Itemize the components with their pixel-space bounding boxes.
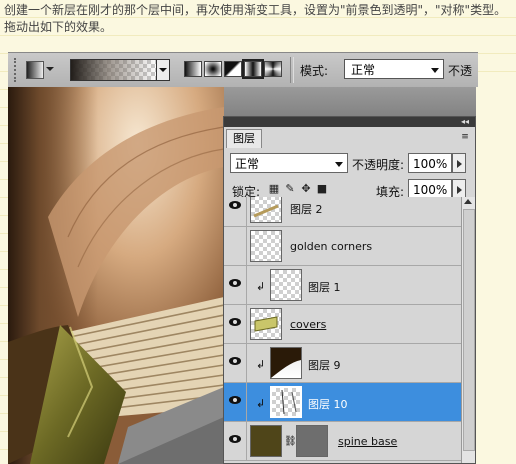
opacity-slider-button[interactable] — [452, 153, 466, 173]
lock-transparent-pixels-icon[interactable]: ▦ — [268, 183, 280, 195]
visibility-toggle[interactable] — [224, 227, 247, 265]
layers-panel: ◂◂ 图层 ≡ 正常 不透明度: 100% 锁定: ▦ ✎ ✥ ■ 填充: 10… — [223, 116, 476, 464]
gradient-options-bar: 模式: 正常 不透 — [8, 52, 478, 88]
visibility-toggle[interactable] — [224, 422, 247, 460]
layer-name[interactable]: 图层 10 — [308, 396, 348, 412]
visibility-toggle[interactable] — [224, 305, 247, 343]
eye-icon — [229, 318, 241, 326]
visibility-toggle[interactable] — [224, 266, 247, 304]
radial-gradient-button[interactable] — [204, 61, 222, 77]
layer-name[interactable]: 图层 1 — [308, 279, 341, 295]
tab-layers[interactable]: 图层 — [226, 129, 262, 148]
scroll-up-icon[interactable] — [464, 199, 472, 204]
tool-preset-dropdown-icon[interactable] — [46, 67, 54, 71]
opacity-input[interactable]: 100% — [408, 153, 452, 173]
layer-mask-thumbnail[interactable] — [296, 425, 328, 457]
layers-scrollbar[interactable] — [461, 197, 475, 463]
eye-icon — [229, 201, 241, 209]
blend-mode-select[interactable]: 正常 — [230, 153, 348, 173]
layer-thumbnail — [250, 425, 282, 457]
layer-row[interactable]: ⛓ spine base — [224, 422, 461, 461]
gradient-preview-swatch[interactable] — [70, 59, 158, 81]
clipping-mask-icon: ↲ — [256, 358, 266, 371]
mask-link-icon[interactable]: ⛓ — [284, 436, 297, 447]
layer-row[interactable]: covers — [224, 305, 461, 344]
reflected-gradient-button[interactable] — [242, 59, 264, 79]
book-artwork — [8, 87, 224, 464]
panel-menu-icon[interactable]: ≡ — [459, 131, 471, 143]
collapse-icon[interactable]: ◂◂ — [461, 117, 469, 127]
eye-icon — [229, 279, 241, 287]
tutorial-caption: 创建一个新层在刚才的那个层中间，再次使用渐变工具，设置为"前景色到透明"，"对称… — [4, 3, 507, 34]
mode-select[interactable]: 正常 — [344, 59, 444, 79]
scrollbar-thumb[interactable] — [463, 209, 475, 451]
eye-icon — [229, 357, 241, 365]
lock-image-pixels-icon[interactable]: ✎ — [284, 183, 296, 195]
layer-row[interactable]: 图层 2 — [224, 197, 461, 227]
angle-gradient-button[interactable] — [224, 61, 242, 77]
layer-name[interactable]: 图层 9 — [308, 357, 341, 373]
gradient-picker-dropdown[interactable] — [156, 59, 170, 81]
lock-position-icon[interactable]: ✥ — [300, 183, 312, 195]
layer-row-selected[interactable]: ↲ 图层 10 — [224, 383, 461, 422]
eye-icon — [229, 396, 241, 404]
mode-label: 模式: — [300, 64, 329, 78]
fill-slider-button[interactable] — [452, 179, 466, 199]
document-canvas[interactable] — [8, 87, 224, 464]
layer-thumbnail — [250, 308, 282, 340]
layer-thumbnail — [250, 230, 282, 262]
lock-all-icon[interactable]: ■ — [316, 183, 328, 195]
layer-row[interactable]: ↲ 图层 9 — [224, 344, 461, 383]
toolbar-grip[interactable] — [14, 58, 20, 82]
layer-thumbnail — [250, 197, 282, 223]
linear-gradient-button[interactable] — [184, 61, 202, 77]
clipping-mask-icon: ↲ — [256, 280, 266, 293]
fill-input[interactable]: 100% — [408, 179, 452, 199]
layer-name[interactable]: 图层 2 — [290, 201, 323, 217]
visibility-toggle[interactable] — [224, 383, 247, 421]
opacity-label: 不透 — [448, 64, 473, 78]
layer-thumbnail — [270, 347, 302, 379]
panel-title-bar[interactable]: ◂◂ — [224, 117, 475, 127]
toolbar-divider — [290, 57, 294, 83]
diamond-gradient-button[interactable] — [264, 61, 282, 77]
layer-name[interactable]: spine base — [338, 435, 397, 448]
layer-thumbnail — [270, 386, 302, 418]
layer-thumbnail — [270, 269, 302, 301]
eye-icon — [229, 435, 241, 443]
page-margin-right — [476, 87, 516, 464]
visibility-toggle[interactable] — [224, 344, 247, 382]
layers-list: 图层 2 golden corners ↲ 图层 1 covers ↲ 图层 9… — [224, 197, 461, 463]
layer-row[interactable]: ↲ 图层 1 — [224, 266, 461, 305]
opacity-label: 不透明度: — [352, 158, 405, 172]
gradient-tool-icon[interactable] — [26, 61, 44, 79]
layer-name[interactable]: golden corners — [290, 240, 372, 253]
layer-name[interactable]: covers — [290, 318, 326, 331]
clipping-mask-icon: ↲ — [256, 397, 266, 410]
layer-row[interactable]: golden corners — [224, 227, 461, 266]
visibility-toggle[interactable] — [224, 197, 247, 226]
